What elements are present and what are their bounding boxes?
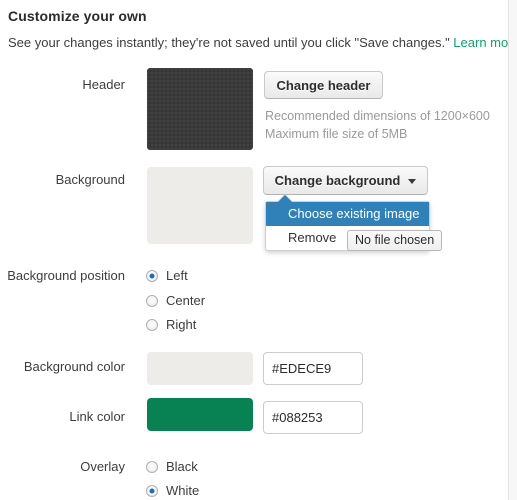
background-color-input[interactable] — [263, 352, 363, 385]
background-position-label: Background position — [7, 268, 125, 283]
radio-background-position-left[interactable]: Left — [146, 268, 188, 283]
section-description-text: See your changes instantly; they're not … — [8, 35, 454, 50]
header-thumbnail-preview[interactable] — [147, 68, 253, 150]
change-background-button[interactable]: Change background — [263, 166, 428, 195]
overlay-label: Overlay — [80, 459, 125, 474]
dropdown-caret-icon — [278, 195, 292, 202]
radio-indicator-icon[interactable] — [146, 294, 158, 307]
background-color-label: Background color — [23, 359, 125, 374]
radio-background-position-center[interactable]: Center — [146, 293, 205, 308]
header-hint-filesize: Maximum file size of 5MB — [265, 127, 408, 141]
radio-indicator-icon[interactable] — [146, 318, 158, 331]
page-title: Customize your own — [8, 8, 147, 24]
customize-form-panel: Customize your own See your changes inst… — [0, 0, 517, 500]
link-color-input[interactable] — [263, 401, 363, 434]
background-row-label: Background — [55, 172, 125, 187]
radio-label-center: Center — [166, 293, 206, 308]
header-hint-dimensions: Recommended dimensions of 1200×600 — [265, 109, 490, 123]
chevron-down-icon — [408, 179, 417, 184]
radio-indicator-icon[interactable] — [146, 484, 158, 497]
radio-label-left: Left — [166, 268, 188, 283]
page-gutter — [509, 0, 517, 500]
background-color-swatch[interactable] — [147, 352, 253, 385]
radio-background-position-right[interactable]: Right — [146, 317, 196, 332]
radio-label-right: Right — [166, 317, 197, 332]
file-chosen-status-button[interactable]: No file chosen — [347, 230, 443, 251]
link-color-label: Link color — [69, 409, 125, 424]
section-description: See your changes instantly; they're not … — [8, 35, 517, 50]
header-row-label: Header — [82, 77, 125, 92]
radio-indicator-icon[interactable] — [146, 460, 158, 473]
radio-overlay-black[interactable]: Black — [146, 459, 198, 474]
background-thumbnail-preview[interactable] — [147, 167, 253, 244]
radio-label-white: White — [166, 483, 200, 498]
radio-overlay-white[interactable]: White — [146, 483, 199, 498]
change-header-button[interactable]: Change header — [264, 71, 383, 99]
menu-item-choose-existing-image[interactable]: Choose existing image — [266, 202, 429, 226]
change-background-button-label: Change background — [274, 173, 401, 188]
radio-indicator-icon[interactable] — [146, 269, 158, 282]
link-color-swatch[interactable] — [147, 398, 253, 431]
radio-label-black: Black — [166, 459, 198, 474]
